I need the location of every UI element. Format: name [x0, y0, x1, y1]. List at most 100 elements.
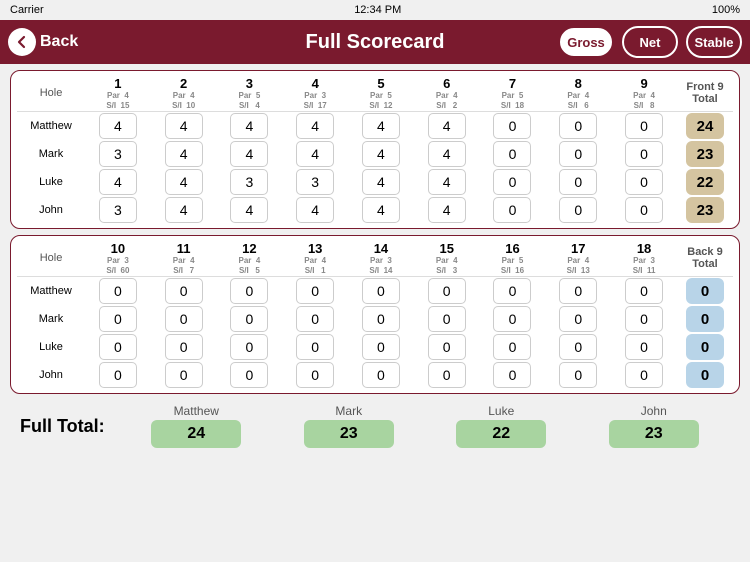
front9-score-luke-hole4[interactable]	[282, 168, 348, 196]
front9-score-luke-hole2[interactable]	[151, 168, 217, 196]
front9-input-luke-3[interactable]	[230, 169, 268, 195]
front9-input-luke-1[interactable]	[99, 169, 137, 195]
front9-input-mark-3[interactable]	[230, 141, 268, 167]
back9-input-mark-18[interactable]	[625, 306, 663, 332]
front9-input-luke-2[interactable]	[165, 169, 203, 195]
front9-score-matthew-hole7[interactable]	[480, 112, 546, 141]
front9-input-john-5[interactable]	[362, 197, 400, 223]
back9-score-john-hole14[interactable]	[348, 361, 414, 389]
front9-score-luke-hole7[interactable]	[480, 168, 546, 196]
back9-input-matthew-18[interactable]	[625, 278, 663, 304]
back9-score-mark-hole16[interactable]	[480, 305, 546, 333]
back9-input-mark-12[interactable]	[230, 306, 268, 332]
back9-input-luke-12[interactable]	[230, 334, 268, 360]
back-button[interactable]: Back	[8, 28, 78, 56]
back9-score-mark-hole11[interactable]	[151, 305, 217, 333]
back9-score-john-hole17[interactable]	[545, 361, 611, 389]
front9-score-mark-hole9[interactable]	[611, 140, 677, 168]
front9-score-john-hole7[interactable]	[480, 196, 546, 224]
back9-score-matthew-hole13[interactable]	[282, 277, 348, 306]
front9-input-matthew-9[interactable]	[625, 113, 663, 139]
front9-score-matthew-hole1[interactable]	[85, 112, 151, 141]
front9-score-matthew-hole5[interactable]	[348, 112, 414, 141]
net-button[interactable]: Net	[622, 26, 678, 58]
front9-input-mark-6[interactable]	[428, 141, 466, 167]
back9-input-luke-11[interactable]	[165, 334, 203, 360]
back9-input-mark-11[interactable]	[165, 306, 203, 332]
front9-score-mark-hole2[interactable]	[151, 140, 217, 168]
back9-input-matthew-11[interactable]	[165, 278, 203, 304]
front9-score-luke-hole8[interactable]	[545, 168, 611, 196]
front9-input-john-9[interactable]	[625, 197, 663, 223]
front9-score-john-hole8[interactable]	[545, 196, 611, 224]
back9-score-john-hole10[interactable]	[85, 361, 151, 389]
front9-score-john-hole5[interactable]	[348, 196, 414, 224]
front9-input-mark-4[interactable]	[296, 141, 334, 167]
back9-input-john-11[interactable]	[165, 362, 203, 388]
front9-score-john-hole1[interactable]	[85, 196, 151, 224]
back9-input-matthew-16[interactable]	[493, 278, 531, 304]
front9-score-matthew-hole6[interactable]	[414, 112, 480, 141]
front9-input-luke-7[interactable]	[493, 169, 531, 195]
front9-input-mark-9[interactable]	[625, 141, 663, 167]
back9-score-mark-hole15[interactable]	[414, 305, 480, 333]
front9-input-luke-5[interactable]	[362, 169, 400, 195]
stable-button[interactable]: Stable	[686, 26, 742, 58]
back9-score-luke-hole10[interactable]	[85, 333, 151, 361]
front9-input-luke-4[interactable]	[296, 169, 334, 195]
front9-score-luke-hole6[interactable]	[414, 168, 480, 196]
back9-input-matthew-12[interactable]	[230, 278, 268, 304]
back9-score-matthew-hole12[interactable]	[217, 277, 283, 306]
back9-score-john-hole12[interactable]	[217, 361, 283, 389]
back9-input-mark-14[interactable]	[362, 306, 400, 332]
front9-input-john-6[interactable]	[428, 197, 466, 223]
back9-score-luke-hole15[interactable]	[414, 333, 480, 361]
back9-input-matthew-13[interactable]	[296, 278, 334, 304]
back9-input-john-18[interactable]	[625, 362, 663, 388]
front9-input-john-1[interactable]	[99, 197, 137, 223]
back9-input-luke-13[interactable]	[296, 334, 334, 360]
back9-input-luke-17[interactable]	[559, 334, 597, 360]
front9-input-matthew-1[interactable]	[99, 113, 137, 139]
front9-input-matthew-6[interactable]	[428, 113, 466, 139]
back9-input-john-16[interactable]	[493, 362, 531, 388]
back9-score-luke-hole17[interactable]	[545, 333, 611, 361]
back9-score-john-hole11[interactable]	[151, 361, 217, 389]
front9-input-matthew-4[interactable]	[296, 113, 334, 139]
front9-score-john-hole2[interactable]	[151, 196, 217, 224]
back9-input-luke-15[interactable]	[428, 334, 466, 360]
front9-input-john-8[interactable]	[559, 197, 597, 223]
back9-input-matthew-15[interactable]	[428, 278, 466, 304]
back9-score-john-hole13[interactable]	[282, 361, 348, 389]
back9-score-mark-hole17[interactable]	[545, 305, 611, 333]
front9-input-matthew-8[interactable]	[559, 113, 597, 139]
back9-input-mark-10[interactable]	[99, 306, 137, 332]
back9-input-john-10[interactable]	[99, 362, 137, 388]
back9-score-mark-hole13[interactable]	[282, 305, 348, 333]
back9-score-luke-hole14[interactable]	[348, 333, 414, 361]
back9-score-mark-hole10[interactable]	[85, 305, 151, 333]
front9-input-matthew-3[interactable]	[230, 113, 268, 139]
front9-score-luke-hole5[interactable]	[348, 168, 414, 196]
back9-score-john-hole15[interactable]	[414, 361, 480, 389]
back9-input-mark-17[interactable]	[559, 306, 597, 332]
back9-score-matthew-hole14[interactable]	[348, 277, 414, 306]
front9-input-luke-9[interactable]	[625, 169, 663, 195]
front9-score-mark-hole1[interactable]	[85, 140, 151, 168]
back9-score-matthew-hole10[interactable]	[85, 277, 151, 306]
front9-score-mark-hole8[interactable]	[545, 140, 611, 168]
back9-input-matthew-17[interactable]	[559, 278, 597, 304]
front9-input-matthew-7[interactable]	[493, 113, 531, 139]
back9-score-matthew-hole17[interactable]	[545, 277, 611, 306]
back9-input-luke-18[interactable]	[625, 334, 663, 360]
front9-score-luke-hole1[interactable]	[85, 168, 151, 196]
front9-input-john-4[interactable]	[296, 197, 334, 223]
front9-input-john-7[interactable]	[493, 197, 531, 223]
front9-score-mark-hole4[interactable]	[282, 140, 348, 168]
front9-score-mark-hole7[interactable]	[480, 140, 546, 168]
back9-input-mark-13[interactable]	[296, 306, 334, 332]
front9-input-mark-7[interactable]	[493, 141, 531, 167]
back9-input-luke-14[interactable]	[362, 334, 400, 360]
front9-input-john-2[interactable]	[165, 197, 203, 223]
front9-score-matthew-hole9[interactable]	[611, 112, 677, 141]
